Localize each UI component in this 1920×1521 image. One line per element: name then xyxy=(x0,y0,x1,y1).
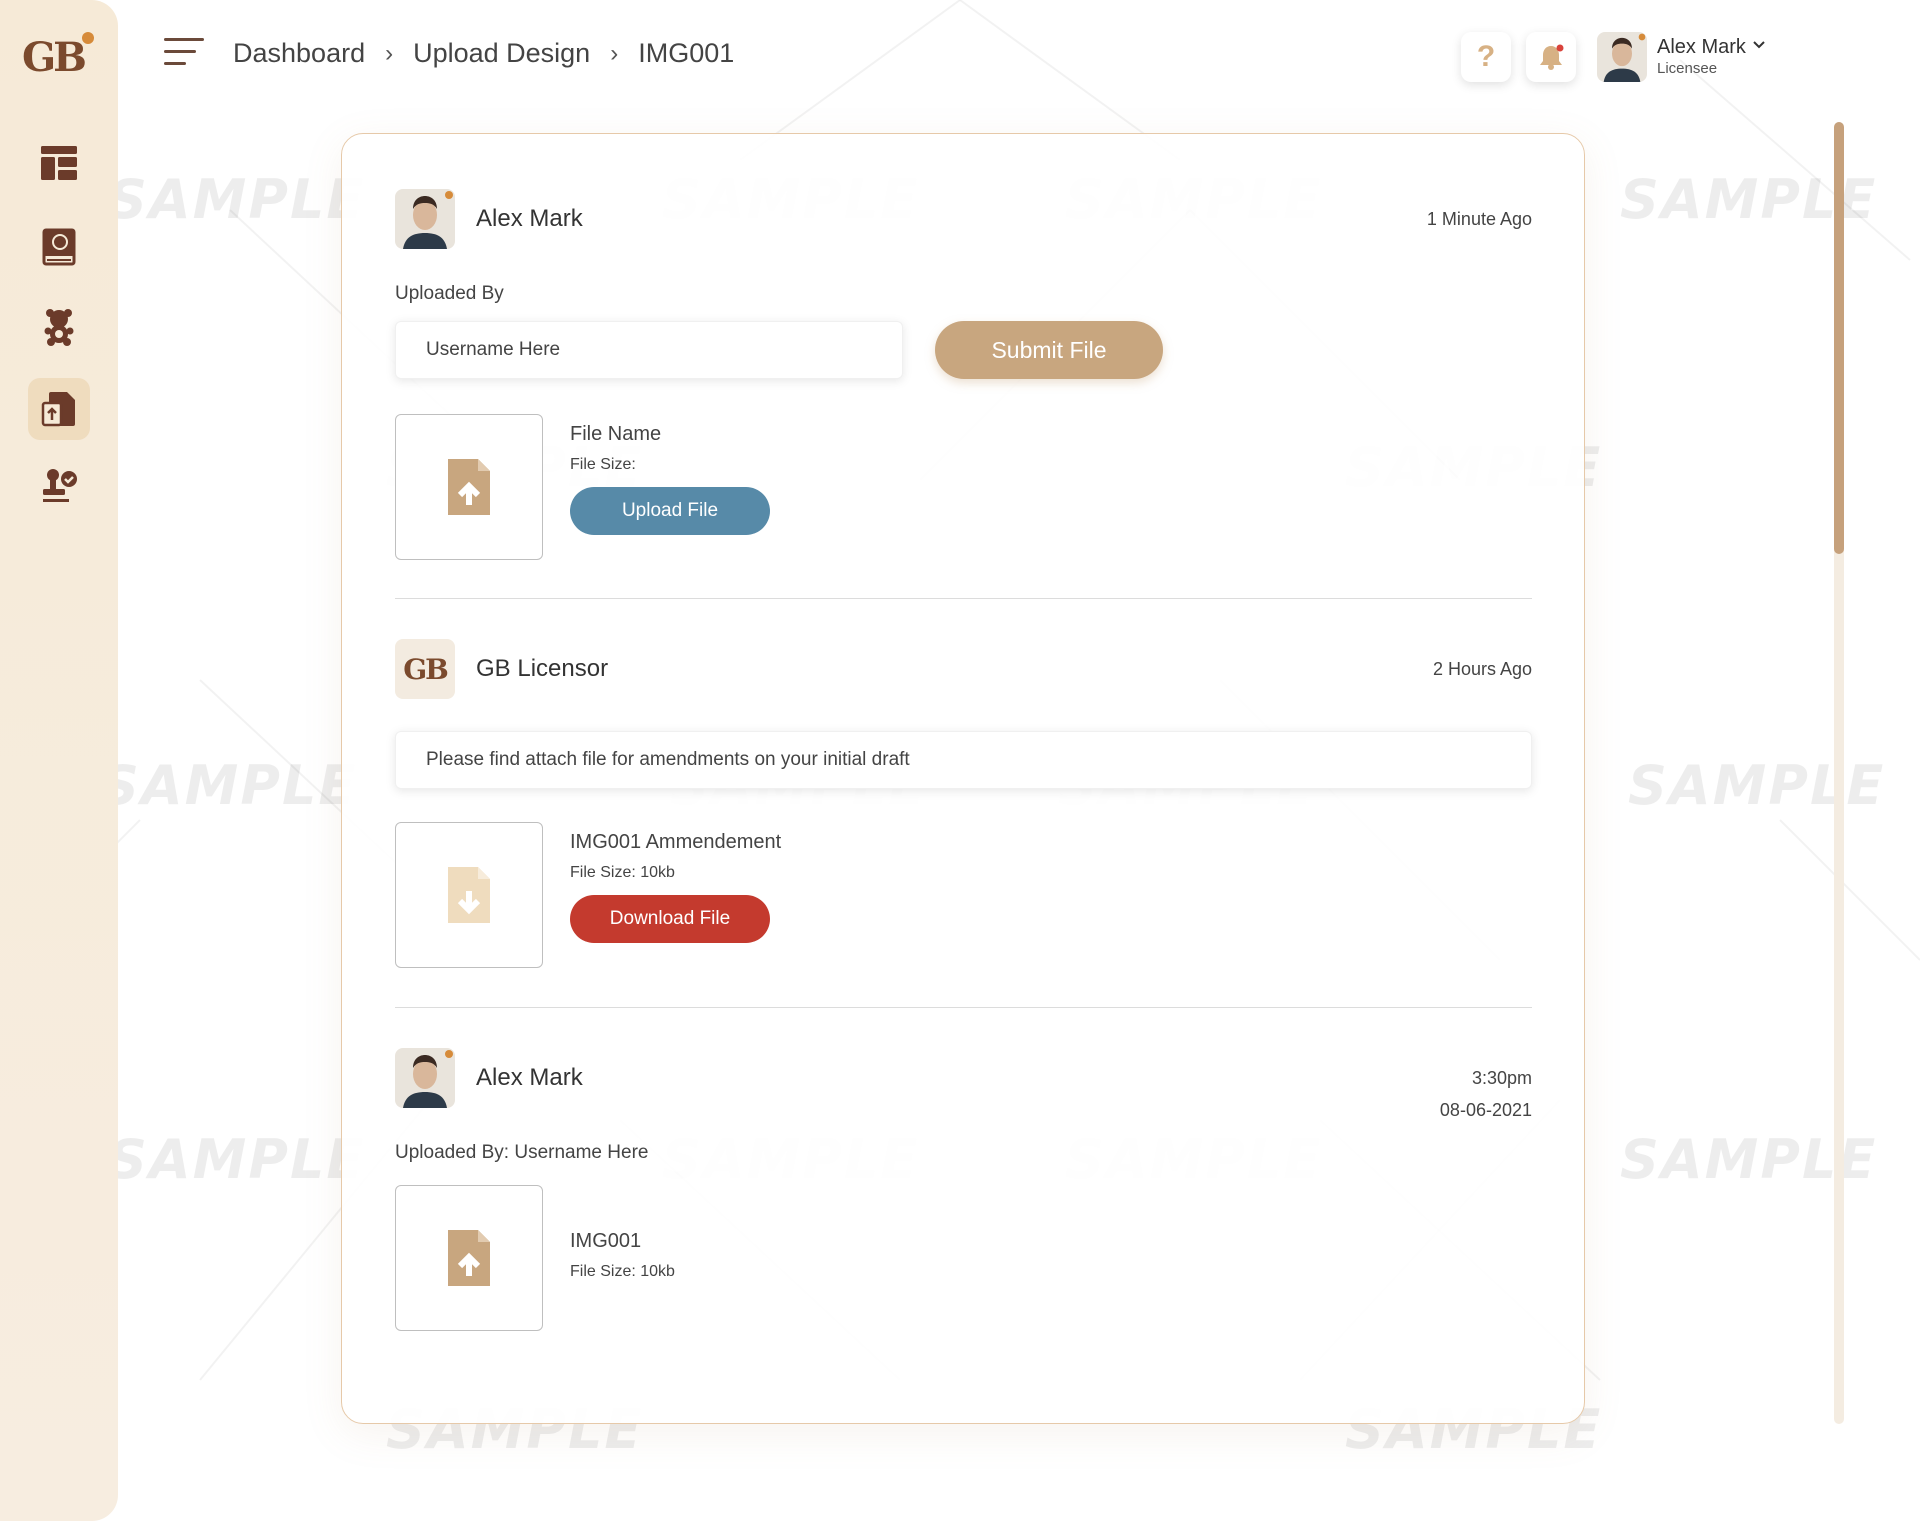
sidebar-item-dashboard[interactable] xyxy=(28,132,90,194)
file-download-icon xyxy=(448,867,490,923)
user-name[interactable]: Alex Mark xyxy=(1657,36,1746,59)
upload-thread-card: Alex Mark 1 Minute Ago Uploaded By Usern… xyxy=(341,133,1585,1424)
breadcrumb-current: IMG001 xyxy=(638,38,735,68)
divider xyxy=(395,1007,1532,1008)
file-size: File Size: 10kb xyxy=(570,864,675,881)
author-name: GB Licensor xyxy=(476,655,609,682)
entry-date: 08-06-2021 xyxy=(1439,1100,1532,1120)
book-icon xyxy=(42,228,76,266)
watermark-text: SAMPLE xyxy=(100,754,358,817)
user-role: Licensee xyxy=(1657,60,1718,77)
licensor-logo-avatar: GB xyxy=(395,639,455,699)
watermark-text: SAMPLE xyxy=(108,168,366,231)
entry-timestamp: 1 Minute Ago xyxy=(1426,209,1532,229)
watermark-text: SAMPLE xyxy=(108,1128,366,1191)
scrollbar[interactable] xyxy=(1834,122,1844,1424)
scrollbar-thumb[interactable] xyxy=(1834,122,1844,554)
file-name: IMG001 xyxy=(570,1230,642,1252)
upload-file-button[interactable]: Upload File xyxy=(570,487,770,535)
file-thumbnail xyxy=(395,822,543,968)
file-name: IMG001 Ammendement xyxy=(570,831,782,853)
author-avatar xyxy=(395,189,455,249)
download-file-button[interactable]: Download File xyxy=(570,895,770,943)
sidebar-item-upload-design[interactable] xyxy=(28,378,90,440)
file-upload-icon xyxy=(448,1230,490,1286)
dashboard-layout-icon xyxy=(41,146,77,180)
sidebar-item-catalog[interactable] xyxy=(28,216,90,278)
submit-file-button[interactable]: Submit File xyxy=(935,321,1163,379)
file-thumbnail xyxy=(395,1185,543,1331)
sidebar: GB xyxy=(0,0,118,1521)
uploaded-by-text: Uploaded By: Username Here xyxy=(395,1142,649,1163)
file-upload-icon xyxy=(41,392,75,427)
breadcrumb-separator-icon: › xyxy=(610,39,619,67)
file-name: File Name xyxy=(570,423,662,445)
menu-toggle-button[interactable] xyxy=(164,38,206,72)
licensor-logo-text: GB xyxy=(403,652,449,686)
file-upload-icon xyxy=(448,459,490,515)
user-avatar[interactable] xyxy=(1597,32,1647,82)
chevron-down-icon[interactable] xyxy=(1752,38,1766,52)
author-avatar xyxy=(395,1048,455,1108)
teddy-bear-icon xyxy=(44,309,74,346)
divider xyxy=(395,598,1532,599)
author-name: Alex Mark xyxy=(476,1064,583,1091)
stamp-check-icon xyxy=(43,469,77,502)
author-name: Alex Mark xyxy=(476,205,583,232)
top-header: Dashboard › Upload Design › IMG001 ? Ale… xyxy=(0,0,1920,115)
file-upload-dropzone[interactable] xyxy=(395,414,543,560)
breadcrumb-upload-design[interactable]: Upload Design xyxy=(413,38,590,69)
breadcrumb: Dashboard › Upload Design › IMG001 xyxy=(233,38,734,69)
help-button[interactable]: ? xyxy=(1461,32,1511,82)
username-input[interactable]: Username Here xyxy=(395,321,903,379)
help-icon: ? xyxy=(1476,40,1496,73)
file-size: File Size: 10kb xyxy=(570,1263,675,1280)
entry-timestamp: 2 Hours Ago xyxy=(1432,659,1532,679)
bell-icon xyxy=(1540,44,1564,70)
breadcrumb-dashboard[interactable]: Dashboard xyxy=(233,38,365,69)
breadcrumb-separator-icon: › xyxy=(385,39,394,67)
uploaded-by-label: Uploaded By xyxy=(395,283,504,304)
file-size: File Size: xyxy=(570,456,636,473)
watermark-text: SAMPLE xyxy=(1628,754,1886,817)
sidebar-item-characters[interactable] xyxy=(28,296,90,358)
entry-timestamp: 3:30pm xyxy=(1471,1068,1532,1088)
message-text: Please find attach file for amendments o… xyxy=(395,731,1532,789)
notifications-button[interactable] xyxy=(1526,32,1576,82)
sidebar-item-approvals[interactable] xyxy=(28,456,90,518)
